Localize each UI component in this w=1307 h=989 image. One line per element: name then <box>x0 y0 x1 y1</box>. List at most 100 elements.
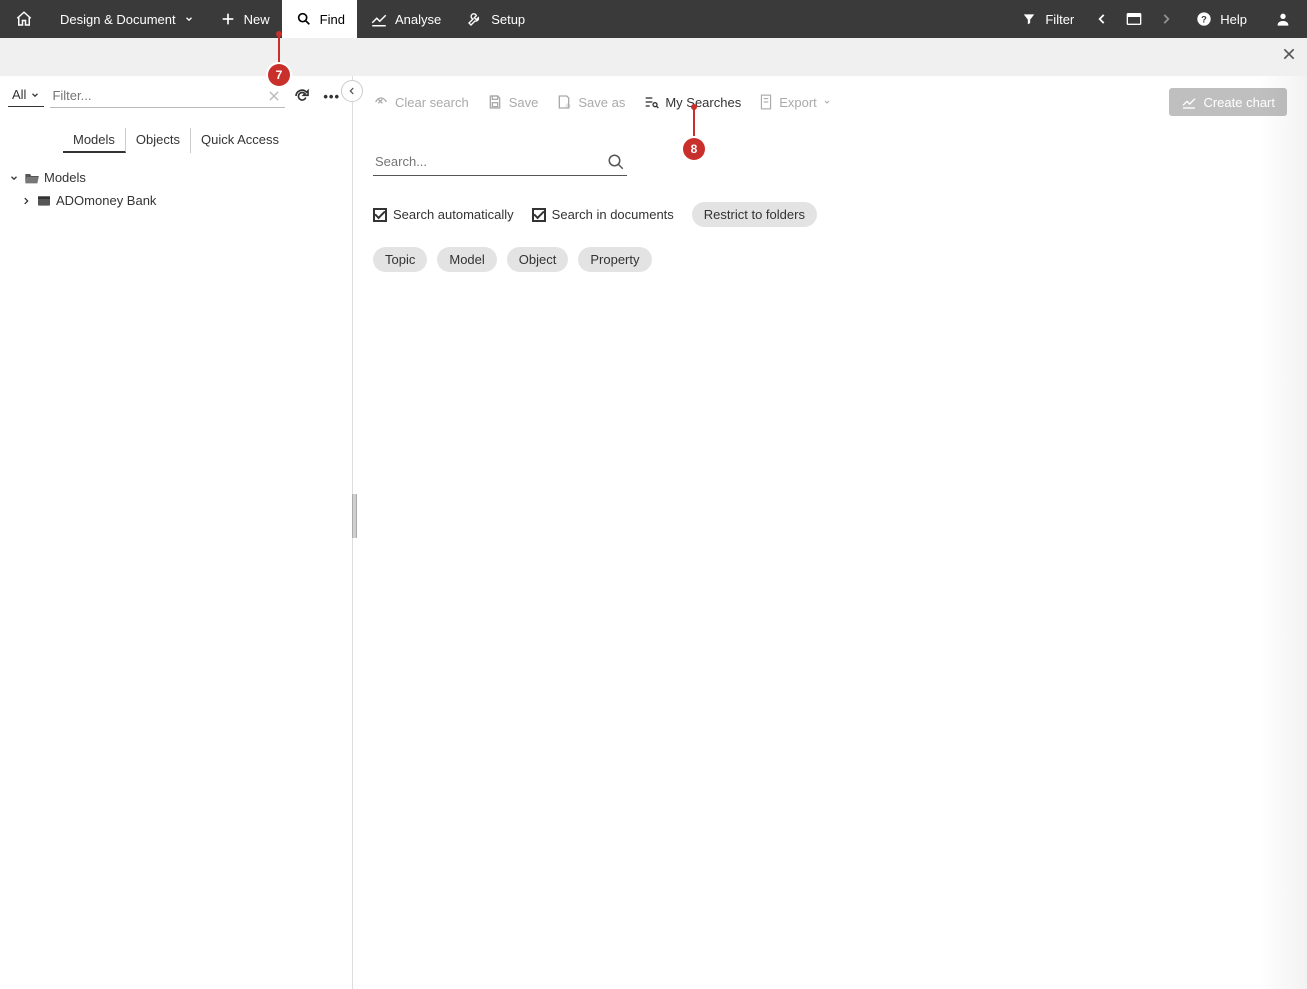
search-icon <box>294 9 314 29</box>
annotation-badge-7: 7 <box>268 64 290 86</box>
export-button: Export <box>759 94 831 110</box>
tree-root-models[interactable]: Models <box>6 166 346 189</box>
save-button: Save <box>487 94 539 110</box>
sidebar-tab-objects[interactable]: Objects <box>126 128 191 153</box>
clear-icon <box>373 94 389 110</box>
annotation-7-line <box>278 35 280 65</box>
nav-home[interactable] <box>0 0 48 38</box>
pill-topic[interactable]: Topic <box>373 247 427 272</box>
help-circle-icon: ? <box>1194 9 1214 29</box>
clear-search-button: Clear search <box>373 94 469 110</box>
save-label: Save <box>509 95 539 110</box>
repository-icon <box>36 194 52 208</box>
resize-handle[interactable] <box>352 494 357 538</box>
nav-setup[interactable]: Setup <box>453 0 537 38</box>
chevron-right-icon <box>20 196 32 206</box>
annotation-8-label: 8 <box>691 142 698 156</box>
nav-help[interactable]: ? Help <box>1182 0 1259 38</box>
sidebar-type-select[interactable]: All <box>8 85 44 107</box>
annotation-badge-8: 8 <box>683 138 705 160</box>
nav-design-document-label: Design & Document <box>60 12 176 27</box>
nav-design-document[interactable]: Design & Document <box>48 0 206 38</box>
checkbox-search-in-documents[interactable]: Search in documents <box>532 207 674 222</box>
user-icon <box>1273 9 1293 29</box>
nav-find-label: Find <box>320 12 345 27</box>
clear-filter-button[interactable] <box>263 89 285 103</box>
sidebar-tab-quick-access-label: Quick Access <box>201 132 279 147</box>
app-body: All ••• Models Objects Quick Access <box>0 76 1307 989</box>
checkbox-icon <box>373 208 387 222</box>
annotation-8-line <box>693 108 695 138</box>
sidebar-filter-input[interactable] <box>50 84 263 107</box>
sidebar-tab-models[interactable]: Models <box>63 128 126 153</box>
chevron-left-icon <box>1092 9 1112 29</box>
chevron-down-icon <box>8 173 20 183</box>
save-as-button: Save as <box>556 94 625 110</box>
sidebar-tree: Models ADOmoney Bank <box>0 162 352 216</box>
chart-line-icon <box>1181 94 1197 110</box>
sidebar: All ••• Models Objects Quick Access <box>0 76 353 989</box>
nav-filter-label: Filter <box>1045 12 1074 27</box>
save-as-label: Save as <box>578 95 625 110</box>
sidebar-tabs: Models Objects Quick Access <box>0 110 352 162</box>
search-area: Search automatically Search in documents… <box>353 120 1253 272</box>
sidebar-tab-quick-access[interactable]: Quick Access <box>191 128 289 153</box>
export-label: Export <box>779 95 817 110</box>
clear-search-label: Clear search <box>395 95 469 110</box>
nav-spacer <box>537 0 1007 38</box>
filter-pills-row: Topic Model Object Property <box>373 247 1233 272</box>
pill-property[interactable]: Property <box>578 247 651 272</box>
pill-model[interactable]: Model <box>437 247 496 272</box>
chart-line-icon <box>369 9 389 29</box>
nav-back[interactable] <box>1086 0 1118 38</box>
nav-new-label: New <box>244 12 270 27</box>
my-searches-label: My Searches <box>665 95 741 110</box>
pill-object[interactable]: Object <box>507 247 569 272</box>
chevron-down-icon <box>184 14 194 24</box>
chevron-down-icon <box>823 98 831 106</box>
create-chart-button[interactable]: Create chart <box>1169 88 1287 116</box>
chevron-down-icon <box>30 90 40 100</box>
search-options-row: Search automatically Search in documents… <box>373 202 1233 227</box>
export-icon <box>759 94 773 110</box>
tree-item-label: ADOmoney Bank <box>56 193 156 208</box>
sidebar-filter-row: All ••• <box>0 76 352 110</box>
save-as-icon <box>556 94 572 110</box>
collapse-sidebar-button[interactable] <box>341 80 363 102</box>
nav-forward-disabled <box>1150 0 1182 38</box>
checkbox-auto-label: Search automatically <box>393 207 514 222</box>
sidebar-tab-models-label: Models <box>73 132 115 147</box>
restrict-to-folders-button[interactable]: Restrict to folders <box>692 202 817 227</box>
nav-find[interactable]: Find <box>282 0 357 38</box>
right-edge-shadow <box>1259 76 1307 989</box>
nav-setup-label: Setup <box>491 12 525 27</box>
save-icon <box>487 94 503 110</box>
search-input-wrap <box>373 148 627 176</box>
nav-user[interactable] <box>1259 0 1307 38</box>
tree-item-adomoney-bank[interactable]: ADOmoney Bank <box>6 189 346 212</box>
refresh-button[interactable] <box>291 87 313 105</box>
annotation-7-label: 7 <box>276 68 283 82</box>
sub-bar <box>0 38 1307 76</box>
folder-open-icon <box>24 171 40 185</box>
checkbox-search-automatically[interactable]: Search automatically <box>373 207 514 222</box>
wrench-icon <box>465 9 485 29</box>
nav-window[interactable] <box>1118 0 1150 38</box>
sidebar-tab-objects-label: Objects <box>136 132 180 147</box>
search-input[interactable] <box>373 148 605 175</box>
svg-text:?: ? <box>1201 14 1207 24</box>
nav-analyse[interactable]: Analyse <box>357 0 453 38</box>
nav-new[interactable]: New <box>206 0 282 38</box>
main-panel: Clear search Save Save as My Searches <box>353 76 1307 989</box>
sidebar-filter-input-wrap <box>50 84 285 108</box>
search-submit-button[interactable] <box>605 151 627 173</box>
filter-icon <box>1019 9 1039 29</box>
plus-icon <box>218 9 238 29</box>
window-icon <box>1124 9 1144 29</box>
checkbox-docs-label: Search in documents <box>552 207 674 222</box>
nav-filter[interactable]: Filter <box>1007 0 1086 38</box>
nav-analyse-label: Analyse <box>395 12 441 27</box>
close-tab-button[interactable] <box>1281 46 1297 62</box>
tree-root-label: Models <box>44 170 86 185</box>
create-chart-label: Create chart <box>1203 95 1275 110</box>
